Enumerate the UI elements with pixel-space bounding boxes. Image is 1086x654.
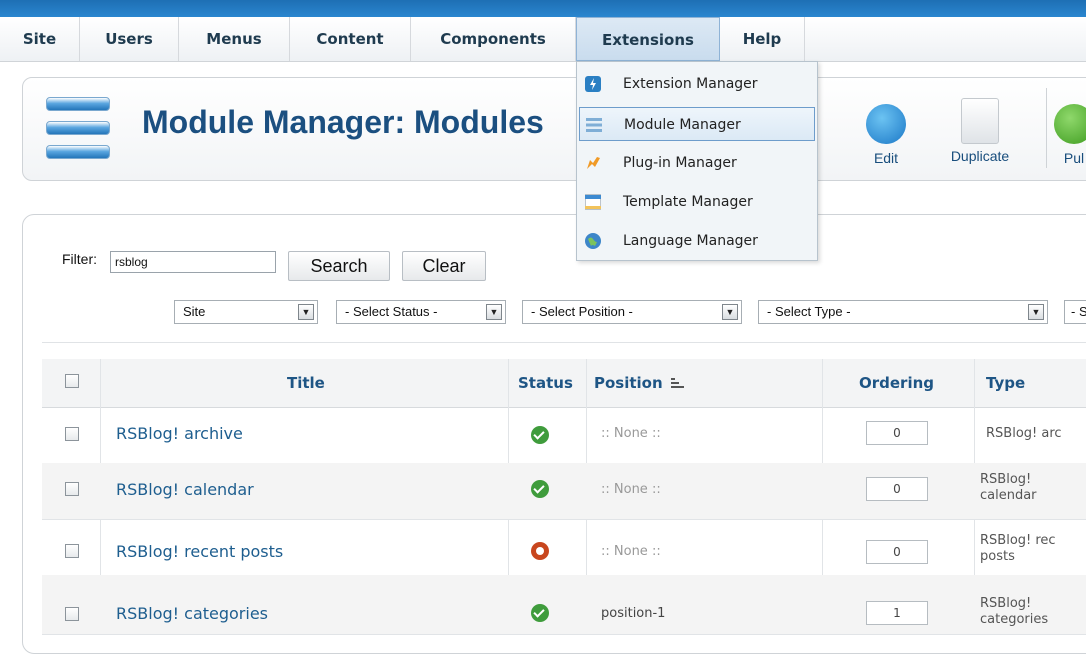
module-type: RSBlog! rec posts xyxy=(980,533,1056,564)
publish-label: Pul xyxy=(1063,150,1085,166)
ordering-input[interactable]: 0 xyxy=(866,421,928,445)
column-ordering[interactable]: Ordering xyxy=(859,374,934,392)
language-select-value: - S xyxy=(1071,304,1086,319)
column-position[interactable]: Position xyxy=(594,374,685,392)
published-icon[interactable] xyxy=(531,604,549,622)
chevron-down-icon: ▼ xyxy=(722,304,738,320)
row-checkbox[interactable] xyxy=(65,427,79,441)
column-title[interactable]: Title xyxy=(287,374,325,392)
position-select-value: - Select Position - xyxy=(531,304,633,319)
menu-template-manager-label: Template Manager xyxy=(623,194,753,210)
menu-plugin-manager-label: Plug-in Manager xyxy=(623,155,737,171)
menu-menus[interactable]: Menus xyxy=(179,17,290,61)
extension-icon xyxy=(585,76,601,92)
menu-extensions[interactable]: Extensions xyxy=(576,17,720,61)
menu-template-manager[interactable]: Template Manager xyxy=(579,185,815,219)
module-title-link[interactable]: RSBlog! archive xyxy=(116,424,243,443)
chevron-down-icon: ▼ xyxy=(1028,304,1044,320)
menu-language-manager[interactable]: Language Manager xyxy=(579,224,815,258)
client-select[interactable]: Site ▼ xyxy=(174,300,318,324)
top-bar xyxy=(0,0,1086,17)
chevron-down-icon: ▼ xyxy=(298,304,314,320)
duplicate-label: Duplicate xyxy=(950,148,1010,164)
ordering-input[interactable]: 1 xyxy=(866,601,928,625)
menu-help[interactable]: Help xyxy=(720,17,805,61)
menu-plugin-manager[interactable]: Plug-in Manager xyxy=(579,146,815,180)
toolbar-separator xyxy=(1046,88,1047,168)
chevron-down-icon: ▼ xyxy=(486,304,502,320)
module-position: position-1 xyxy=(601,606,666,621)
edit-button[interactable]: Edit xyxy=(854,104,918,166)
row-checkbox[interactable] xyxy=(65,607,79,621)
edit-label: Edit xyxy=(873,150,899,166)
language-icon xyxy=(585,233,601,249)
duplicate-icon xyxy=(961,98,999,144)
module-type: RSBlog! categories xyxy=(980,596,1049,627)
duplicate-button[interactable]: Duplicate xyxy=(938,98,1022,164)
module-type: RSBlog! arc xyxy=(986,426,1062,441)
module-type: RSBlog! calendar xyxy=(980,472,1037,503)
module-icon xyxy=(586,118,602,132)
status-select[interactable]: - Select Status - ▼ xyxy=(336,300,506,324)
status-select-value: - Select Status - xyxy=(345,304,438,319)
filter-label: Filter: xyxy=(62,251,97,267)
select-all-checkbox[interactable] xyxy=(65,374,79,388)
menu-extension-manager-label: Extension Manager xyxy=(623,76,758,92)
sort-ascending-icon xyxy=(670,377,685,389)
plugin-icon xyxy=(587,157,600,169)
published-icon[interactable] xyxy=(531,480,549,498)
language-select[interactable]: - S xyxy=(1064,300,1086,324)
ordering-input[interactable]: 0 xyxy=(866,540,928,564)
module-title-link[interactable]: RSBlog! recent posts xyxy=(116,542,283,561)
type-select[interactable]: - Select Type - ▼ xyxy=(758,300,1048,324)
module-title-link[interactable]: RSBlog! categories xyxy=(116,604,268,623)
row-checkbox[interactable] xyxy=(65,482,79,496)
module-position: :: None :: xyxy=(601,482,661,497)
column-status[interactable]: Status xyxy=(518,374,573,392)
menu-site[interactable]: Site xyxy=(0,17,80,61)
row-checkbox[interactable] xyxy=(65,544,79,558)
menu-extension-manager[interactable]: Extension Manager xyxy=(579,67,815,101)
publish-button[interactable]: Pul xyxy=(1054,104,1086,166)
menu-module-manager[interactable]: Module Manager xyxy=(579,107,815,141)
clear-button[interactable]: Clear xyxy=(402,251,486,281)
page-title: Module Manager: Modules xyxy=(142,104,544,140)
menu-users[interactable]: Users xyxy=(80,17,179,61)
main-menu-bar: Site Users Menus Content Components Exte… xyxy=(0,17,1086,62)
search-button[interactable]: Search xyxy=(288,251,390,281)
menu-module-manager-label: Module Manager xyxy=(624,117,741,133)
module-position: :: None :: xyxy=(601,426,661,441)
template-icon xyxy=(585,194,601,210)
published-icon[interactable] xyxy=(531,426,549,444)
menu-components[interactable]: Components xyxy=(411,17,576,61)
column-position-label: Position xyxy=(594,374,663,392)
position-select[interactable]: - Select Position - ▼ xyxy=(522,300,742,324)
filter-input[interactable] xyxy=(110,251,276,273)
module-title-link[interactable]: RSBlog! calendar xyxy=(116,480,254,499)
menu-content[interactable]: Content xyxy=(290,17,411,61)
ordering-input[interactable]: 0 xyxy=(866,477,928,501)
filter-divider xyxy=(42,342,1086,343)
edit-icon xyxy=(866,104,906,144)
type-select-value: - Select Type - xyxy=(767,304,851,319)
menu-language-manager-label: Language Manager xyxy=(623,233,758,249)
module-position: :: None :: xyxy=(601,544,661,559)
column-type[interactable]: Type xyxy=(986,374,1025,392)
client-select-value: Site xyxy=(183,304,206,319)
publish-icon xyxy=(1054,104,1086,144)
extensions-dropdown: Extension Manager Module Manager Plug-in… xyxy=(576,61,818,261)
unpublished-icon[interactable] xyxy=(531,542,549,560)
module-manager-logo-icon xyxy=(46,97,110,163)
